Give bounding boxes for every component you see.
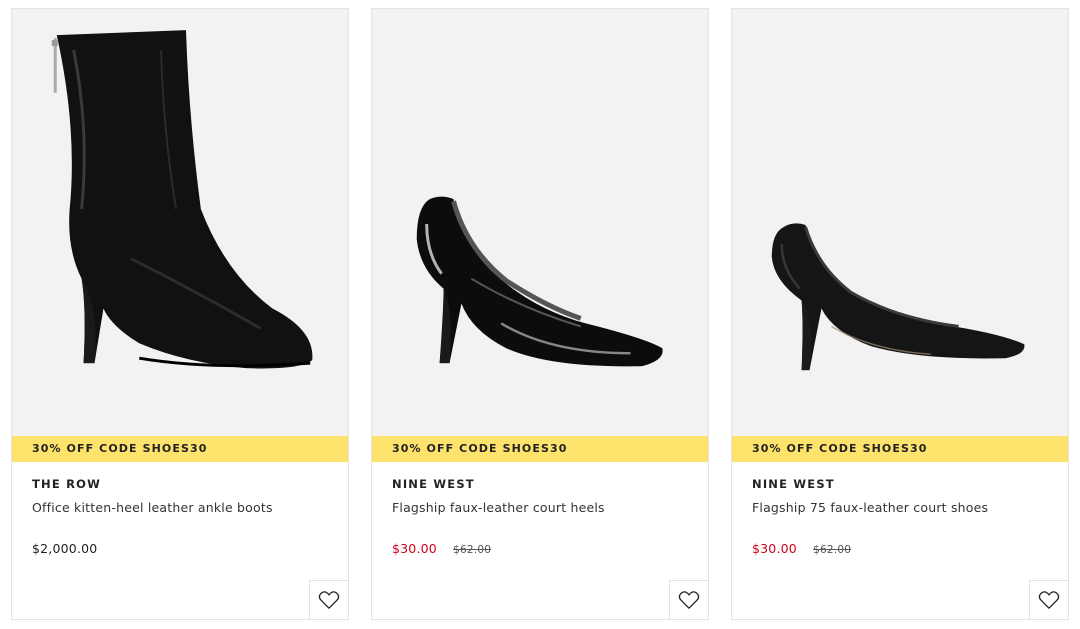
promo-banner: 30% OFF CODE SHOES30 — [372, 436, 708, 462]
product-card[interactable]: 30% OFF CODE SHOES30 THE ROW Office kitt… — [11, 8, 349, 620]
product-name[interactable]: Office kitten-heel leather ankle boots — [32, 500, 273, 515]
original-price: $62.00 — [813, 544, 852, 556]
sale-price: $30.00 — [392, 541, 437, 556]
product-card[interactable]: 30% OFF CODE SHOES30 NINE WEST Flagship … — [731, 8, 1069, 620]
product-name[interactable]: Flagship 75 faux-leather court shoes — [752, 500, 988, 515]
price-row: $30.00 $62.00 — [392, 541, 491, 556]
product-price: $2,000.00 — [32, 541, 98, 556]
product-image-patent-pump[interactable] — [372, 9, 708, 436]
price-row: $2,000.00 — [32, 541, 97, 556]
product-brand[interactable]: NINE WEST — [752, 477, 835, 491]
heart-icon — [318, 591, 340, 609]
product-card[interactable]: 30% OFF CODE SHOES30 NINE WEST Flagship … — [371, 8, 709, 620]
price-row: $30.00 $62.00 — [752, 541, 851, 556]
product-name[interactable]: Flagship faux-leather court heels — [392, 500, 605, 515]
promo-banner: 30% OFF CODE SHOES30 — [12, 436, 348, 462]
wishlist-button[interactable] — [1029, 580, 1068, 619]
heart-icon — [1038, 591, 1060, 609]
product-brand[interactable]: THE ROW — [32, 477, 101, 491]
wishlist-button[interactable] — [309, 580, 348, 619]
wishlist-button[interactable] — [669, 580, 708, 619]
product-brand[interactable]: NINE WEST — [392, 477, 475, 491]
product-grid: 30% OFF CODE SHOES30 THE ROW Office kitt… — [0, 0, 1080, 629]
product-image-matte-pump[interactable] — [732, 9, 1068, 436]
sale-price: $30.00 — [752, 541, 797, 556]
original-price: $62.00 — [453, 544, 492, 556]
heart-icon — [678, 591, 700, 609]
promo-banner: 30% OFF CODE SHOES30 — [732, 436, 1068, 462]
product-image-ankle-boot[interactable] — [12, 9, 348, 436]
